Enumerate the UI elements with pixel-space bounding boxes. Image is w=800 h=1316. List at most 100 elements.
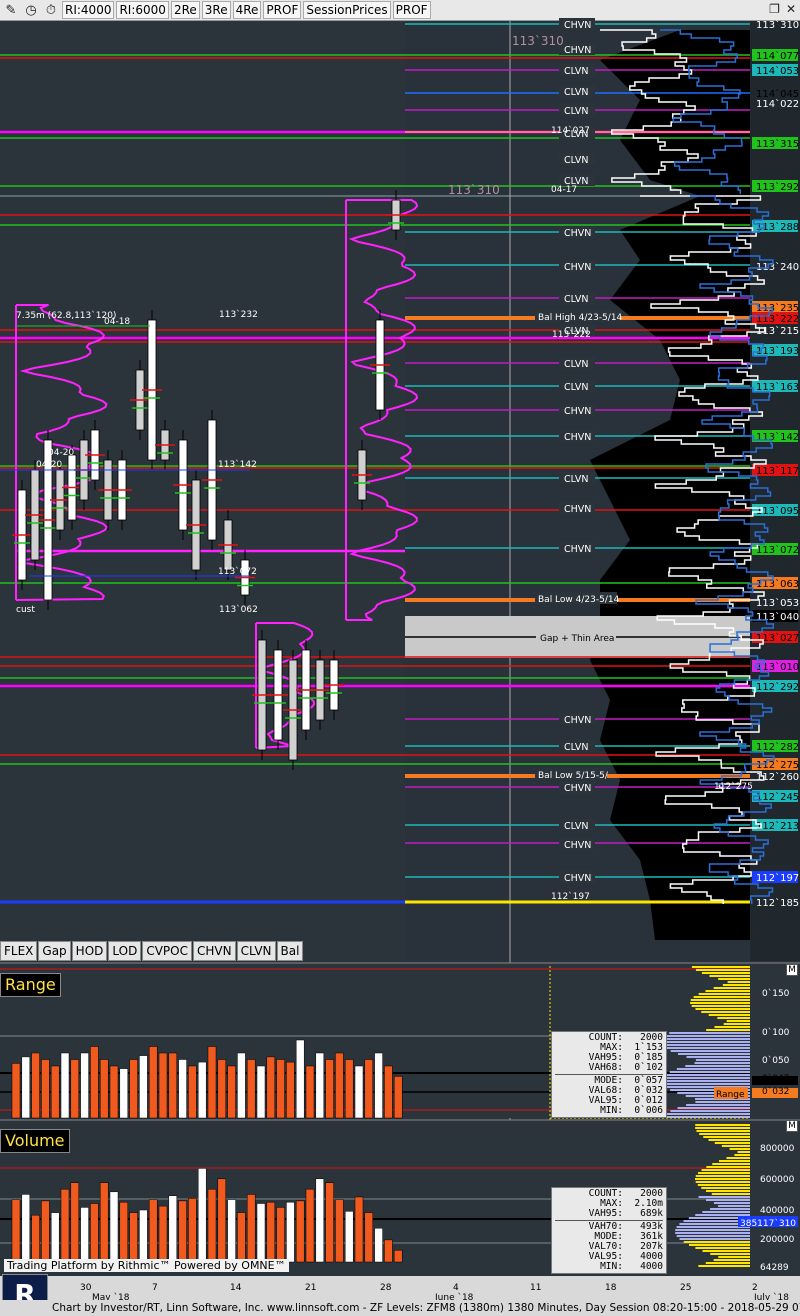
range-bar-9: [99, 1059, 109, 1119]
vol-dist-1148: [729, 1148, 750, 1150]
bal-low2-label: Bal Low 5/15-5/: [538, 771, 609, 781]
range-dist-972: [701, 972, 750, 974]
range-bar-35: [354, 1065, 364, 1119]
vol-dist-1136: [703, 1136, 750, 1138]
volume-bar-15: [158, 1205, 168, 1263]
range-dist-1026: [714, 1026, 750, 1028]
range-dist-1038: [660, 1038, 750, 1040]
vol-dist-1253: [710, 1253, 750, 1255]
range-maximize-button[interactable]: M: [786, 964, 798, 976]
price-tag-14: 113`142: [756, 431, 799, 443]
chvn-label-10: CLVN: [564, 294, 589, 305]
range-dist-1053: [677, 1053, 750, 1055]
range-dist-1005: [691, 1005, 750, 1007]
range-dist-1044: [661, 1044, 750, 1046]
overlay-toolbar: FLEX Gap HOD LOD CVPOC CHVN CLVN Bal: [0, 941, 304, 961]
vol-dist-1247: [695, 1247, 750, 1249]
hod-button[interactable]: HOD: [71, 941, 108, 961]
price-tag-7: 113`288: [756, 221, 799, 233]
volume-bar-16: [168, 1195, 178, 1263]
range-dist-1011: [701, 1011, 750, 1013]
price-tag-1: 114`077: [756, 50, 799, 62]
range-bar-31: [315, 1052, 325, 1119]
price-tag-12: 113`193: [756, 345, 799, 357]
trading-chart-window: ✎ ◷ ⏱ RI:4000 RI:6000 2Re 3Re 4Re PROF S…: [0, 0, 800, 1316]
range-dist-1110: [670, 1110, 750, 1112]
range-tag: Range: [716, 1090, 745, 1100]
annotation-high_232: 113`232: [219, 309, 258, 320]
volume-bar-13: [139, 1209, 148, 1263]
volume-bar-27: [276, 1207, 285, 1263]
volume-bar-12: [129, 1212, 138, 1263]
lod-button[interactable]: LOD: [108, 941, 142, 961]
vol-dist-1196: [698, 1196, 750, 1198]
volume-maximize-button[interactable]: M: [786, 1120, 798, 1132]
annotation-level_142: 113`142: [218, 459, 257, 470]
volume-bar-3: [41, 1200, 50, 1263]
range-dist-996: [693, 996, 750, 998]
range-bar-39: [393, 1076, 403, 1119]
range-dist-987: [713, 987, 750, 989]
vol-dist-1163: [712, 1163, 750, 1165]
range-bar-20: [207, 1046, 217, 1119]
bal-low-label: Bal Low 4/23-5/14: [538, 595, 620, 605]
price-tag-2: 114`053: [756, 65, 799, 77]
range-dist-1032: [669, 1032, 750, 1034]
range-bar-16: [168, 1052, 178, 1119]
vol-dist-1160: [719, 1160, 750, 1162]
cvpoc-button[interactable]: CVPOC: [142, 941, 192, 961]
range-bar-33: [335, 1052, 344, 1119]
volume-bar-7: [80, 1207, 89, 1263]
volume-bar-33: [335, 1199, 344, 1263]
flex-button[interactable]: FLEX: [0, 941, 38, 961]
range-bar-1: [21, 1056, 31, 1119]
range-dist-1107: [677, 1107, 750, 1109]
range-dist-1008: [695, 1008, 750, 1010]
vol-dist-1124: [695, 1124, 750, 1126]
annotation-l027: 114`027: [551, 125, 590, 136]
price-tag-10: 113`222: [756, 313, 799, 325]
volume-bar-0: [11, 1199, 21, 1263]
range-bar-21: [217, 1059, 227, 1119]
range-dist-984: [722, 984, 750, 986]
volume-scale-3: 200000: [760, 1235, 795, 1245]
annotation-date_0418: 04-18: [104, 317, 130, 327]
bal-high-label: Bal High 4/23-5/14: [538, 313, 623, 323]
range-bar-22: [227, 1065, 236, 1119]
chvn-label-3: CLVN: [564, 87, 589, 98]
volume-bar-32: [325, 1182, 334, 1263]
price-tag-0: 113`310: [756, 19, 799, 31]
price-tag-25: 112`275: [756, 759, 799, 771]
price-tag-24: 112`282: [756, 741, 799, 753]
range-dist-1017: [717, 1017, 750, 1019]
vol-dist-1142: [714, 1142, 750, 1144]
volume-bar-31: [315, 1178, 325, 1263]
price-tag-17: 113`072: [756, 544, 799, 556]
vol-dist-1232: [675, 1232, 750, 1234]
vol-dist-1133: [699, 1133, 750, 1135]
range-dist-975: [709, 975, 750, 977]
chvn-label-21: CHVN: [564, 783, 591, 794]
x-axis-label-6: 4: [453, 1283, 459, 1293]
range-dist-1023: [723, 1023, 750, 1025]
range-bar-3: [41, 1059, 50, 1119]
range-dist-1056: [686, 1056, 750, 1058]
volume-bar-29: [295, 1200, 305, 1263]
volume-bar-39: [393, 1250, 403, 1263]
stat-row: MIN: 4000: [582, 1261, 663, 1272]
bal-button[interactable]: Bal: [276, 941, 304, 961]
vol-dist-1166: [706, 1166, 750, 1168]
range-bar-7: [80, 1052, 89, 1119]
volume-bar-21: [217, 1178, 227, 1263]
range-bar-24: [246, 1059, 256, 1119]
range-bar-36: [364, 1059, 374, 1119]
range-bar-25: [256, 1065, 266, 1119]
gap-button[interactable]: Gap: [38, 941, 71, 961]
range-bar-17: [178, 1059, 187, 1119]
chvn-button[interactable]: CHVN: [193, 941, 236, 961]
clvn-button[interactable]: CLVN: [236, 941, 276, 961]
chvn-label-14: CHVN: [564, 406, 591, 417]
price-chart[interactable]: 113`310114`077114`053114`045114`022113`3…: [0, 0, 800, 1300]
annotation-date_0420b: 04-20: [36, 460, 62, 470]
annotation-l197: 112`197: [551, 891, 590, 902]
